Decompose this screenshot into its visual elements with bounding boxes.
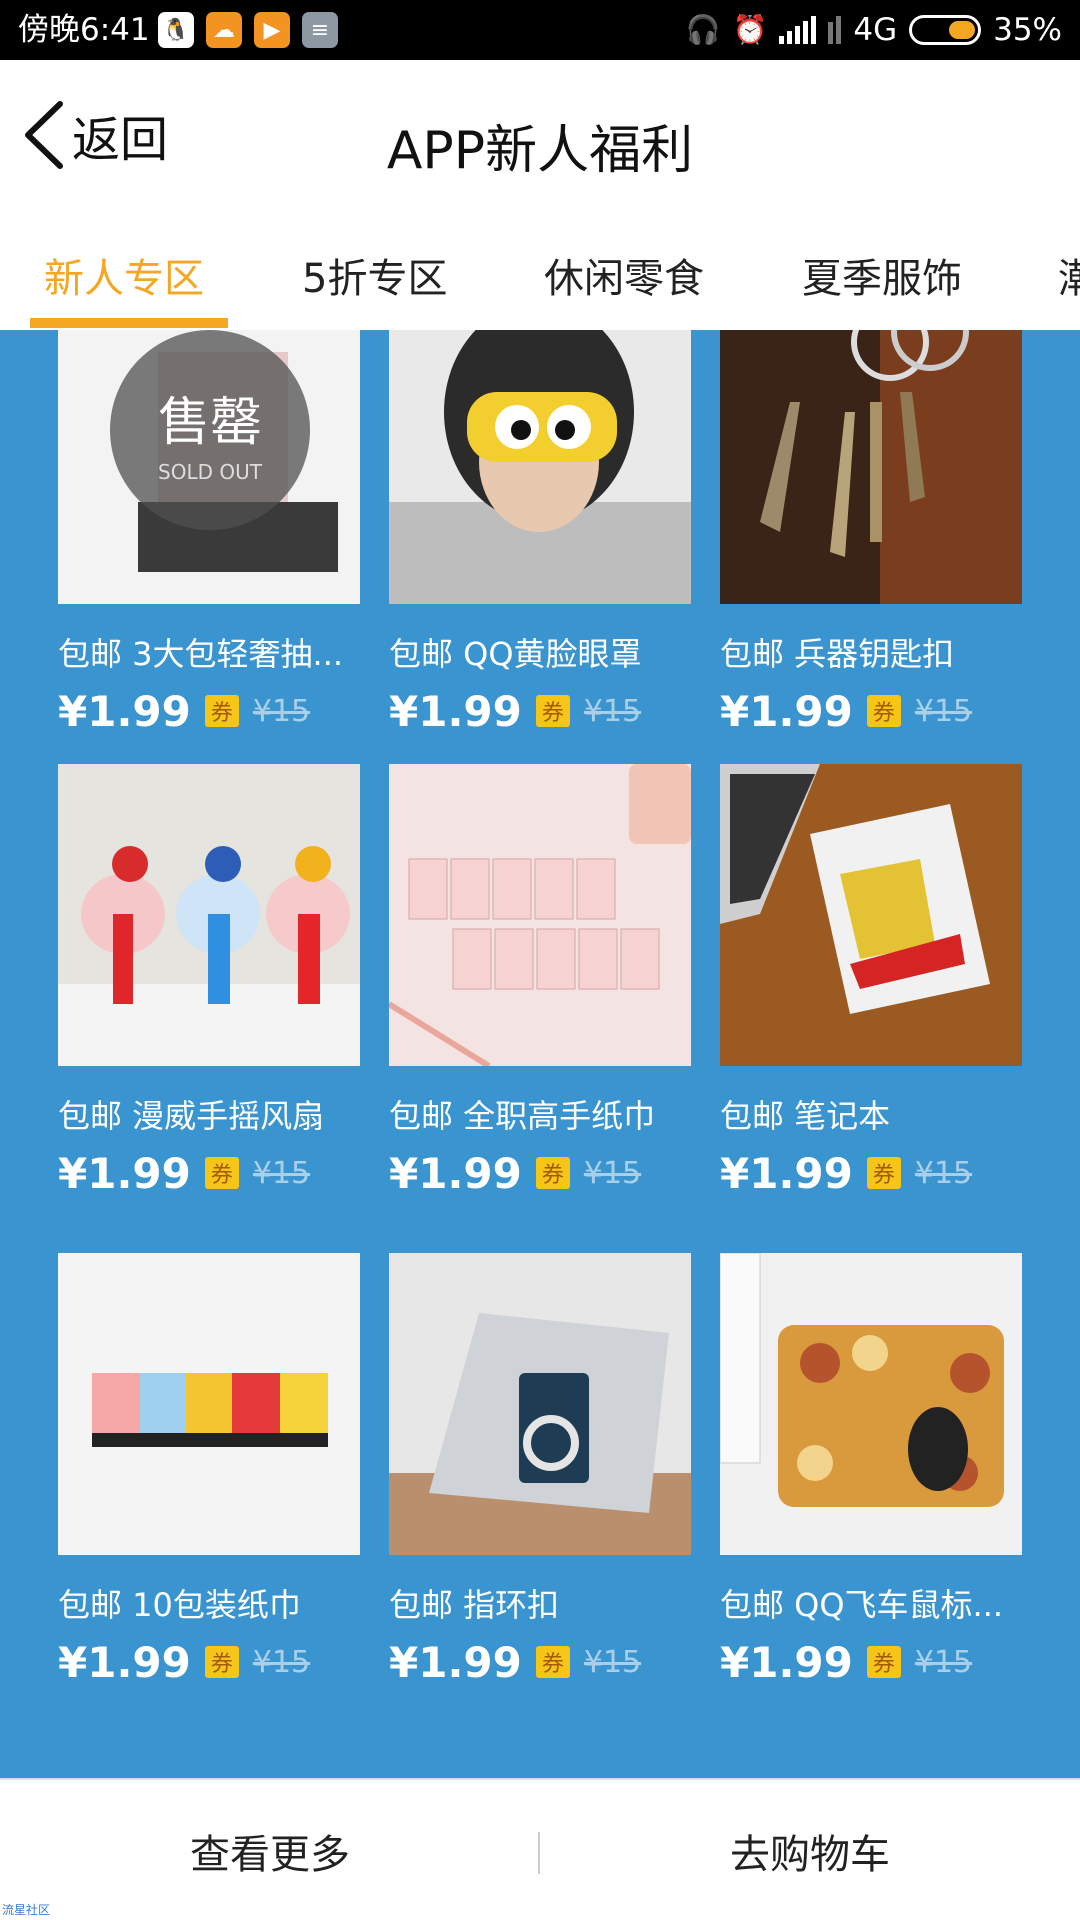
notification-icons: 🐧 ☁ ▶ ≡ [158, 12, 338, 48]
coupon-badge: 券 [866, 695, 901, 727]
title-bar: 返回 APP新人福利 [0, 60, 1080, 210]
product-name: 包邮 全职高手纸巾 [389, 1097, 656, 1135]
product-image [389, 330, 691, 604]
product-card[interactable]: 包邮 漫威手摇风扇 ¥1.99 券 ¥15 [58, 764, 360, 1198]
go-to-cart-button[interactable]: 去购物车 [540, 1780, 1080, 1920]
original-price: ¥15 [252, 693, 311, 729]
tab-newcomer[interactable]: 新人专区 [44, 246, 204, 304]
product-name: 包邮 指环扣 [389, 1586, 560, 1624]
product-price: ¥1.99 [58, 1637, 191, 1687]
view-more-button[interactable]: 查看更多 [0, 1780, 540, 1920]
product-image [720, 764, 1022, 1066]
tab-snacks[interactable]: 休闲零食 [544, 246, 704, 304]
product-image [720, 1253, 1022, 1555]
product-name: 包邮 10包装纸巾 [58, 1586, 301, 1624]
original-price: ¥15 [583, 693, 642, 729]
qq-icon: 🐧 [158, 12, 194, 48]
tab-summer-clothing[interactable]: 夏季服饰 [802, 246, 962, 304]
product-name: 包邮 兵器钥匙扣 [720, 635, 955, 673]
product-price: ¥1.99 [720, 1148, 853, 1198]
tab-trend[interactable]: 潮 [1058, 246, 1080, 304]
note-icon: ≡ [302, 12, 338, 48]
product-card[interactable]: 包邮 QQ飞车鼠标... ¥1.99 券 ¥15 [720, 1253, 1022, 1687]
product-grid: 售罄 SOLD OUT 包邮 3大包轻奢抽... ¥1.99 券 ¥15 包邮 … [0, 330, 1080, 1778]
product-card[interactable]: 包邮 10包装纸巾 ¥1.99 券 ¥15 [58, 1253, 360, 1687]
product-name: 包邮 QQ飞车鼠标... [720, 1586, 1004, 1624]
product-price: ¥1.99 [720, 686, 853, 736]
battery-percent: 35% [993, 12, 1062, 48]
battery-icon [909, 15, 982, 45]
coupon-badge: 券 [535, 1157, 570, 1189]
product-price: ¥1.99 [389, 1637, 522, 1687]
product-card[interactable]: 包邮 全职高手纸巾 ¥1.99 券 ¥15 [389, 764, 691, 1198]
original-price: ¥15 [252, 1155, 311, 1191]
product-image [389, 764, 691, 1066]
headphone-icon: 🎧 [685, 13, 721, 46]
coupon-badge: 券 [866, 1646, 901, 1678]
product-image [58, 764, 360, 1066]
product-card[interactable]: 包邮 笔记本 ¥1.99 券 ¥15 [720, 764, 1022, 1198]
product-price: ¥1.99 [720, 1637, 853, 1687]
original-price: ¥15 [914, 1155, 973, 1191]
product-name: 包邮 漫威手摇风扇 [58, 1097, 325, 1135]
status-bar: 傍晚6:41 🐧 ☁ ▶ ≡ 🎧 ⏰ 4G 35% [0, 0, 1080, 60]
product-card[interactable]: 包邮 兵器钥匙扣 ¥1.99 券 ¥15 [720, 330, 1022, 736]
sold-out-en-label: SOLD OUT [158, 460, 262, 484]
product-price: ¥1.99 [58, 686, 191, 736]
product-name: 包邮 QQ黄脸眼罩 [389, 635, 642, 673]
original-price: ¥15 [252, 1644, 311, 1680]
signal-icon [779, 16, 817, 44]
product-name: 包邮 笔记本 [720, 1097, 891, 1135]
original-price: ¥15 [914, 1644, 973, 1680]
coupon-badge: 券 [866, 1157, 901, 1189]
product-name: 包邮 3大包轻奢抽... [58, 635, 344, 673]
watermark: 流星社区 [2, 1903, 51, 1917]
coupon-badge: 券 [204, 1646, 239, 1678]
status-time: 傍晚6:41 [18, 12, 150, 48]
product-image [720, 330, 1022, 604]
active-tab-indicator [30, 318, 228, 328]
original-price: ¥15 [583, 1644, 642, 1680]
data-arrows-icon [828, 16, 842, 44]
product-price: ¥1.99 [389, 1148, 522, 1198]
product-image: 售罄 SOLD OUT [58, 330, 360, 604]
network-type: 4G [853, 12, 898, 48]
original-price: ¥15 [583, 1155, 642, 1191]
product-price: ¥1.99 [58, 1148, 191, 1198]
product-card[interactable]: 包邮 指环扣 ¥1.99 券 ¥15 [389, 1253, 691, 1687]
coupon-badge: 券 [204, 695, 239, 727]
category-tabs: 新人专区 5折专区 休闲零食 夏季服饰 潮 [0, 210, 1080, 330]
bottom-action-bar: 查看更多 去购物车 流星社区 [0, 1778, 1080, 1920]
product-card[interactable]: 售罄 SOLD OUT 包邮 3大包轻奢抽... ¥1.99 券 ¥15 [58, 330, 360, 736]
product-image [58, 1253, 360, 1555]
weather-icon: ☁ [206, 12, 242, 48]
video-icon: ▶ [254, 12, 290, 48]
coupon-badge: 券 [535, 1646, 570, 1678]
original-price: ¥15 [914, 693, 973, 729]
page-title: APP新人福利 [386, 121, 694, 181]
tab-half-price[interactable]: 5折专区 [302, 246, 447, 304]
alarm-icon: ⏰ [732, 13, 768, 46]
product-price: ¥1.99 [389, 686, 522, 736]
product-image [389, 1253, 691, 1555]
coupon-badge: 券 [535, 695, 570, 727]
coupon-badge: 券 [204, 1157, 239, 1189]
status-right: 🎧 ⏰ 4G 35% [686, 10, 1062, 50]
sold-out-label: 售罄 [157, 393, 262, 453]
product-card[interactable]: 包邮 QQ黄脸眼罩 ¥1.99 券 ¥15 [389, 330, 691, 736]
